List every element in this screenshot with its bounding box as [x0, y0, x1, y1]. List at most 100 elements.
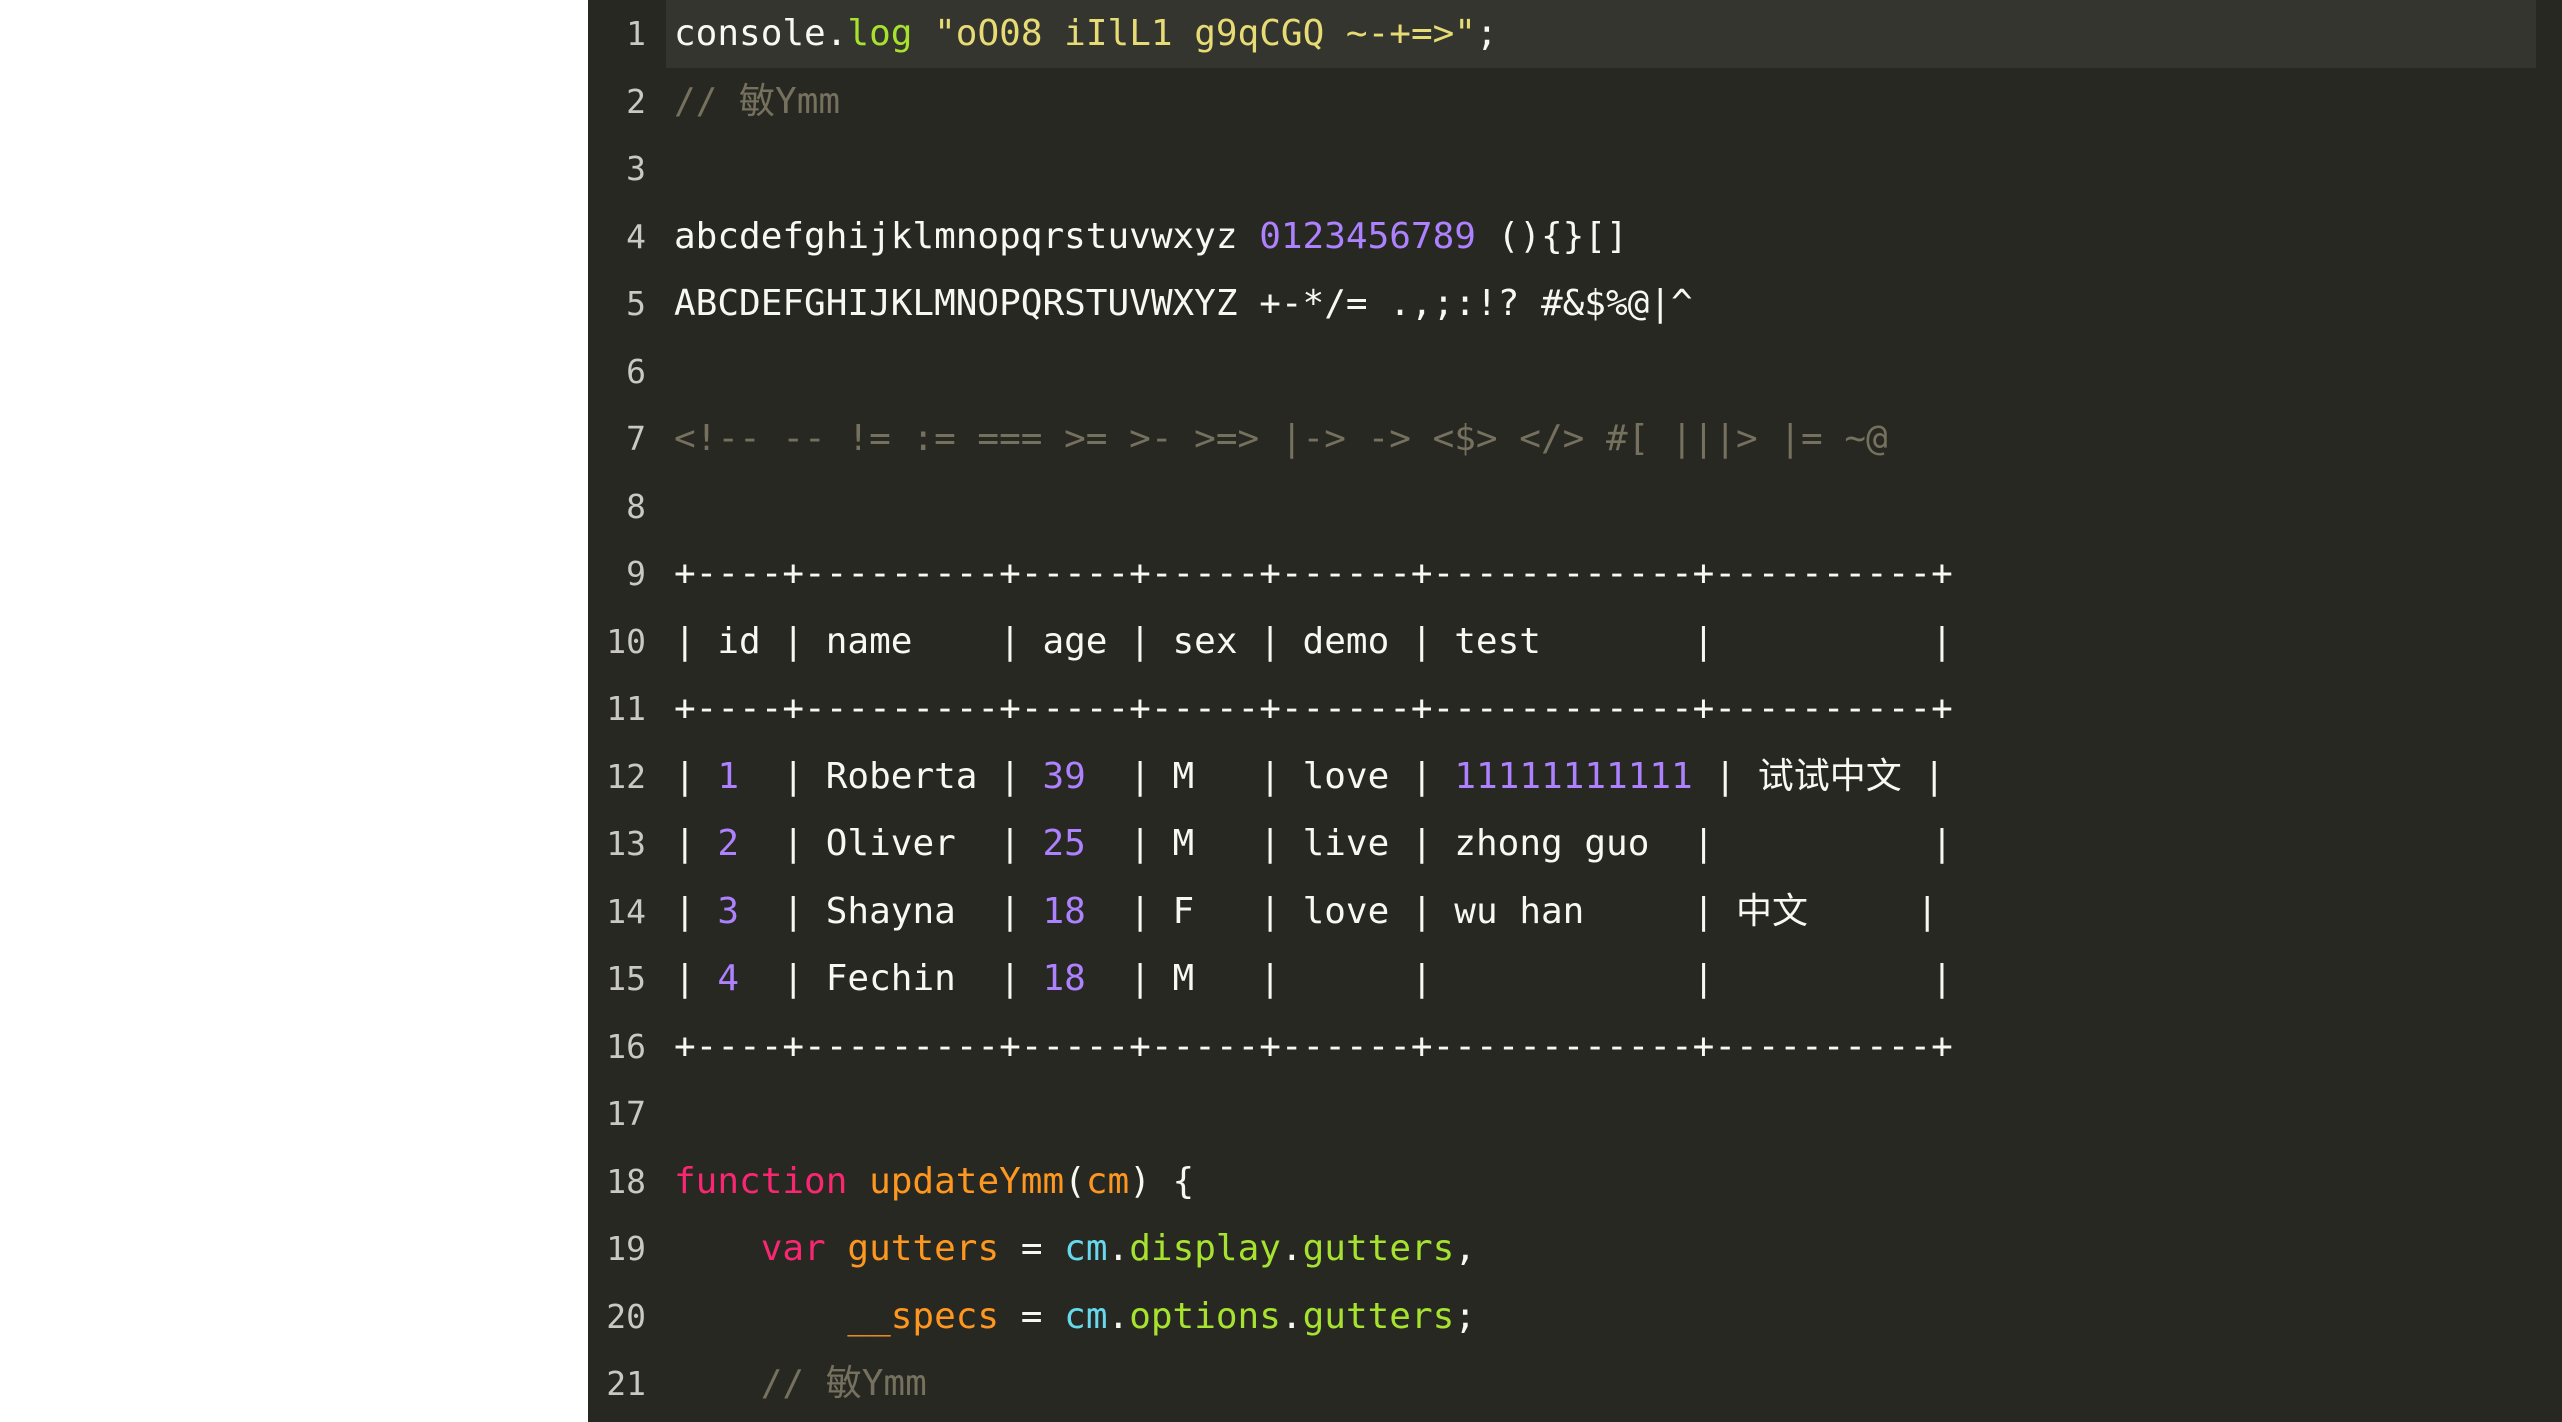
- token-default: | Shayna |: [739, 890, 1043, 932]
- line-number: 17: [606, 1094, 646, 1133]
- line-number: 2: [626, 81, 646, 121]
- code-line[interactable]: 9 +----+---------+-----+-----+------+----…: [588, 540, 2562, 608]
- token-comment: // 敏Ymm: [674, 80, 841, 122]
- token-number: 0123456789: [1259, 215, 1476, 257]
- token-number: 2: [717, 823, 740, 864]
- code-line-text[interactable]: +----+---------+-----+-----+------+-----…: [674, 675, 1953, 743]
- token-number: 1: [717, 755, 740, 797]
- code-line[interactable]: 1 console.log "oO08 iIlL1 g9qCGQ ~-+=>";: [588, 0, 2562, 68]
- line-number: 19: [606, 1229, 646, 1268]
- code-line-text[interactable]: | id | name | age | sex | demo | test | …: [674, 608, 1953, 676]
- code-line[interactable]: 13 | 2 | Oliver | 25 | M | live | zhong g…: [588, 810, 2562, 878]
- token-punct: ,: [1454, 1228, 1477, 1269]
- token-default: [912, 13, 934, 54]
- token-param: cm: [1064, 1228, 1108, 1269]
- code-line-list[interactable]: 1 console.log "oO08 iIlL1 g9qCGQ ~-+=>"; 2…: [588, 0, 2562, 1418]
- line-number: 7: [626, 419, 646, 458]
- token-keyword: function: [674, 1160, 848, 1202]
- code-line[interactable]: 17: [588, 1080, 2562, 1148]
- code-line-text[interactable]: | 1 | Roberta | 39 | M | love | 11111111…: [674, 743, 1945, 811]
- code-line[interactable]: 7 <!-- -- != := === >= >- >=> |-> -> <$> …: [588, 405, 2562, 473]
- code-line-text[interactable]: | 3 | Shayna | 18 | F | love | wu han | …: [674, 878, 1938, 946]
- token-number: 39: [1042, 755, 1086, 797]
- line-number: 6: [626, 351, 646, 391]
- token-default: |: [674, 823, 718, 864]
- token-comment: // 敏Ymm: [674, 1363, 927, 1404]
- code-line[interactable]: 19 var gutters = cm.display.gutters,: [588, 1215, 2562, 1283]
- token-string: "oO08 iIlL1 g9qCGQ ~-+=>": [934, 13, 1476, 54]
- code-line[interactable]: 4 abcdefghijklmnopqrstuvwxyz 0123456789 (…: [588, 203, 2562, 271]
- token-default: +----+---------+-----+-----+------+-----…: [674, 688, 1953, 729]
- code-line[interactable]: 6: [588, 338, 2562, 406]
- code-line-text[interactable]: | 4 | Fechin | 18 | M | | | |: [674, 945, 1953, 1013]
- code-line[interactable]: 5 ABCDEFGHIJKLMNOPQRSTUVWXYZ +-*/= .,;:!?…: [588, 270, 2562, 338]
- token-default: (){}[]: [1475, 215, 1628, 257]
- code-line-text[interactable]: // 敏Ymm: [674, 1350, 927, 1418]
- code-line[interactable]: 12 | 1 | Roberta | 39 | M | love | 111111…: [588, 743, 2562, 811]
- token-punct: ) {: [1129, 1160, 1195, 1202]
- token-comment: <!-- -- != := === >= >- >=> |-> -> <$> <…: [674, 418, 1888, 459]
- code-line-text[interactable]: abcdefghijklmnopqrstuvwxyz 0123456789 ()…: [674, 203, 1628, 271]
- token-variable: gutters: [847, 1228, 1000, 1269]
- code-line[interactable]: 2 // 敏Ymm: [588, 68, 2562, 136]
- token-keyword: var: [760, 1228, 826, 1269]
- token-number: 18: [1042, 958, 1086, 999]
- token-default: +----+---------+-----+-----+------+-----…: [674, 553, 1953, 594]
- code-line[interactable]: 16 +----+---------+-----+-----+------+---…: [588, 1013, 2562, 1081]
- token-default: ABCDEFGHIJKLMNOPQRSTUVWXYZ +-*/= .,;:!? …: [674, 283, 1693, 324]
- token-punct: .: [1280, 1295, 1303, 1337]
- token-default: +----+---------+-----+-----+------+-----…: [674, 1025, 1953, 1067]
- token-number: 11111111111: [1454, 755, 1693, 797]
- token-function: cm: [1085, 1160, 1130, 1202]
- token-property: gutters: [1302, 1228, 1455, 1269]
- token-default: | M | live | zhong guo | |: [1085, 823, 1953, 864]
- token-default: | Oliver |: [739, 823, 1043, 864]
- code-line-text[interactable]: +----+---------+-----+-----+------+-----…: [674, 540, 1953, 608]
- code-line[interactable]: 21 // 敏Ymm: [588, 1350, 2562, 1418]
- token-default: | 试试中文 |: [1692, 755, 1946, 797]
- code-line-text[interactable]: <!-- -- != := === >= >- >=> |-> -> <$> <…: [674, 405, 1888, 473]
- code-line-text[interactable]: console.log "oO08 iIlL1 g9qCGQ ~-+=>";: [674, 0, 1498, 68]
- line-number: 15: [606, 959, 646, 998]
- line-number: 20: [606, 1296, 646, 1336]
- token-property: display: [1129, 1228, 1281, 1269]
- line-number: 14: [606, 891, 646, 931]
- code-line-text[interactable]: | 2 | Oliver | 25 | M | live | zhong guo…: [674, 810, 1953, 878]
- token-property: options: [1129, 1295, 1281, 1337]
- code-line-text[interactable]: +----+---------+-----+-----+------+-----…: [674, 1013, 1953, 1081]
- code-line-text[interactable]: function updateYmm(cm) {: [674, 1148, 1194, 1216]
- code-line[interactable]: 15 | 4 | Fechin | 18 | M | | | |: [588, 945, 2562, 1013]
- token-punct: ;: [1454, 1295, 1476, 1337]
- line-number: 12: [606, 756, 646, 796]
- token-default: |: [674, 890, 718, 932]
- code-line[interactable]: 3: [588, 135, 2562, 203]
- token-number: 4: [717, 958, 740, 999]
- code-editor[interactable]: 1 console.log "oO08 iIlL1 g9qCGQ ~-+=>"; 2…: [588, 0, 2562, 1422]
- token-default: [847, 1161, 869, 1202]
- token-punct: (: [1064, 1160, 1086, 1202]
- token-variable: __specs: [847, 1295, 1000, 1337]
- token-default: abcdefghijklmnopqrstuvwxyz: [674, 215, 1260, 257]
- line-number: 16: [606, 1026, 646, 1066]
- code-line[interactable]: 14 | 3 | Shayna | 18 | F | love | wu han …: [588, 878, 2562, 946]
- token-number: 18: [1042, 890, 1086, 932]
- code-line-text[interactable]: var gutters = cm.display.gutters,: [674, 1215, 1476, 1283]
- code-line[interactable]: 11 +----+---------+-----+-----+------+---…: [588, 675, 2562, 743]
- code-line-text[interactable]: ABCDEFGHIJKLMNOPQRSTUVWXYZ +-*/= .,;:!? …: [674, 270, 1693, 338]
- token-default: | Roberta |: [739, 755, 1043, 797]
- code-line[interactable]: 20 __specs = cm.options.gutters;: [588, 1283, 2562, 1351]
- token-default: console: [674, 13, 826, 54]
- line-number: 1: [626, 14, 646, 53]
- line-number: 3: [626, 149, 646, 188]
- code-line[interactable]: 10 | id | name | age | sex | demo | test …: [588, 608, 2562, 676]
- code-line-text[interactable]: // 敏Ymm: [674, 68, 840, 136]
- token-property: log: [847, 13, 913, 54]
- line-number: 4: [626, 216, 646, 256]
- code-line-text[interactable]: __specs = cm.options.gutters;: [674, 1283, 1476, 1351]
- token-default: | F | love | wu han | 中文 |: [1085, 890, 1939, 932]
- token-default: |: [674, 755, 718, 797]
- token-default: | M | | | |: [1085, 958, 1953, 999]
- code-line[interactable]: 18 function updateYmm(cm) {: [588, 1148, 2562, 1216]
- code-line[interactable]: 8: [588, 473, 2562, 541]
- token-operator: =: [999, 1228, 1065, 1269]
